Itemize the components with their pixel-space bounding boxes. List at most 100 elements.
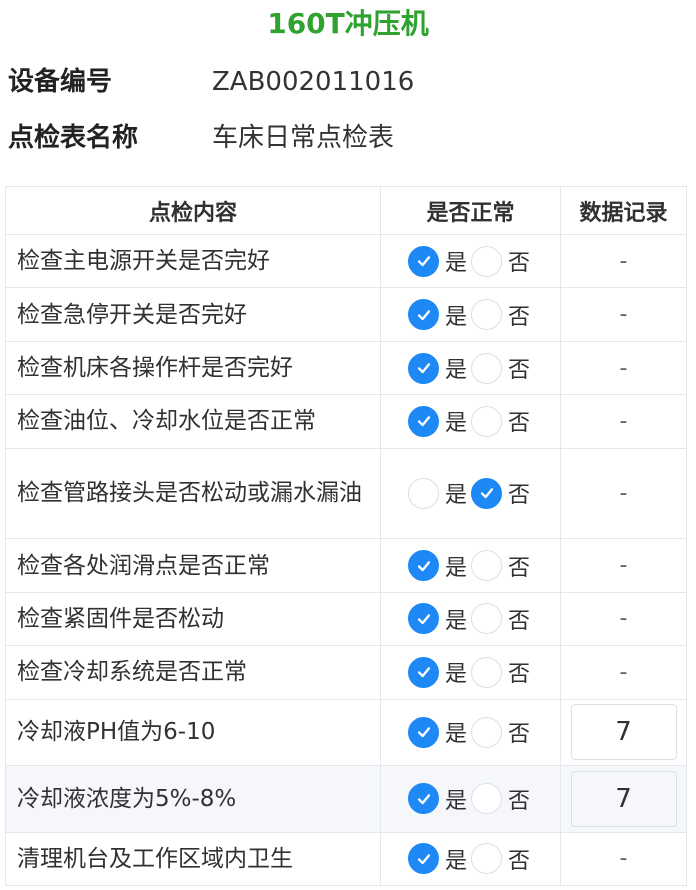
sheet-name-value: 车床日常点检表 xyxy=(212,123,395,153)
radio-yes[interactable]: 是 xyxy=(408,656,467,688)
check-icon xyxy=(408,405,439,437)
radio-yes[interactable]: 是 xyxy=(408,245,467,277)
normal-radio-group: 是否 xyxy=(380,698,561,767)
check-item-content: 检查急停开关是否完好 xyxy=(5,287,381,342)
record-empty: - xyxy=(560,645,687,700)
device-no-value: ZAB002011016 xyxy=(212,67,415,97)
check-item-content: 清理机台及工作区域内卫生 xyxy=(5,831,381,887)
header-record: 数据记录 xyxy=(560,186,687,235)
radio-circle-icon xyxy=(471,716,503,748)
radio-circle-icon xyxy=(471,550,503,582)
normal-radio-group: 是否 xyxy=(380,765,561,833)
record-input[interactable]: 7 xyxy=(570,704,677,761)
radio-circle-icon xyxy=(471,352,503,384)
record-cell: 7 xyxy=(560,698,687,767)
check-item-content: 检查主电源开关是否完好 xyxy=(5,233,381,289)
radio-yes-label: 是 xyxy=(445,304,468,330)
radio-yes-label: 是 xyxy=(445,251,468,277)
radio-yes-label: 是 xyxy=(445,358,468,384)
check-item-content: 检查紧固件是否松动 xyxy=(5,591,381,647)
radio-no-label: 否 xyxy=(508,411,531,437)
check-icon xyxy=(408,352,439,384)
table-row: 冷却液浓度为5%-8% 是否 7 xyxy=(5,765,687,833)
table-row: 检查急停开关是否完好是否 - xyxy=(5,287,687,342)
check-icon xyxy=(408,603,439,635)
radio-no-label: 否 xyxy=(508,483,531,509)
radio-no[interactable]: 否 xyxy=(471,716,530,748)
radio-no[interactable]: 否 xyxy=(471,352,530,384)
radio-yes[interactable]: 是 xyxy=(408,477,467,509)
radio-yes[interactable]: 是 xyxy=(408,716,467,748)
radio-no-label: 否 xyxy=(508,722,531,748)
table-row: 清理机台及工作区域内卫生 是 否 - xyxy=(5,831,687,887)
record-empty: - xyxy=(560,287,687,342)
inspection-table: 点检内容 是否正常 数据记录 检查主电源开关是否完好是否 - 检查急停开关是否完好是… xyxy=(5,186,687,887)
radio-circle-icon xyxy=(471,656,503,688)
radio-no-label: 否 xyxy=(508,251,531,277)
normal-radio-group: 是否 xyxy=(380,645,561,700)
radio-yes-label: 是 xyxy=(445,608,468,634)
sheet-name-row: 点检表名称 车床日常点检表 xyxy=(0,110,696,166)
check-item-content: 冷却液PH值为6-10 xyxy=(5,698,381,767)
radio-circle-icon xyxy=(471,405,503,437)
radio-no[interactable]: 否 xyxy=(471,299,530,331)
radio-yes[interactable]: 是 xyxy=(408,783,467,815)
radio-no[interactable]: 否 xyxy=(471,405,530,437)
table-header-row: 点检内容 是否正常 数据记录 xyxy=(5,186,687,235)
record-empty: - xyxy=(560,831,687,887)
table-row: 检查管路接头是否松动或漏水漏油是否 - xyxy=(5,447,687,540)
radio-yes[interactable]: 是 xyxy=(408,603,467,635)
check-icon xyxy=(408,245,439,277)
header-content: 点检内容 xyxy=(5,186,381,235)
radio-yes-label: 是 xyxy=(445,848,468,874)
radio-no[interactable]: 否 xyxy=(471,656,530,688)
record-empty: - xyxy=(560,538,687,593)
radio-no-label: 否 xyxy=(508,662,531,688)
header-normal: 是否正常 xyxy=(380,186,561,235)
record-empty: - xyxy=(560,447,687,540)
check-item-content: 检查管路接头是否松动或漏水漏油 xyxy=(5,447,381,540)
radio-yes[interactable]: 是 xyxy=(408,299,467,331)
radio-yes[interactable]: 是 xyxy=(408,550,467,582)
check-icon xyxy=(408,716,439,748)
radio-no[interactable]: 否 xyxy=(471,603,530,635)
normal-radio-group: 是否 xyxy=(380,538,561,593)
radio-yes[interactable]: 是 xyxy=(408,843,467,875)
normal-radio-group: 是否 xyxy=(380,447,561,540)
table-row: 检查主电源开关是否完好是否 - xyxy=(5,233,687,289)
table-row: 检查机床各操作杆是否完好是否 - xyxy=(5,340,687,396)
radio-no[interactable]: 否 xyxy=(471,477,530,509)
radio-circle-icon xyxy=(408,477,439,509)
check-icon xyxy=(408,550,439,582)
radio-no[interactable]: 否 xyxy=(471,783,530,815)
record-empty: - xyxy=(560,340,687,396)
radio-yes[interactable]: 是 xyxy=(408,405,467,437)
normal-radio-group: 是否 xyxy=(380,340,561,396)
radio-no[interactable]: 否 xyxy=(471,245,530,277)
check-icon xyxy=(408,299,439,331)
record-input[interactable]: 7 xyxy=(570,770,677,827)
normal-radio-group: 是否 xyxy=(380,233,561,289)
record-cell: 7 xyxy=(560,765,687,833)
check-icon xyxy=(408,843,439,875)
radio-circle-icon xyxy=(471,783,503,815)
radio-yes-label: 是 xyxy=(445,555,468,581)
table-row: 检查油位、冷却水位是否正常是否 - xyxy=(5,394,687,449)
radio-yes-label: 是 xyxy=(445,483,468,509)
table-row: 冷却液PH值为6-10 是否 7 xyxy=(5,698,687,767)
record-empty: - xyxy=(560,233,687,289)
record-empty: - xyxy=(560,394,687,449)
device-no-row: 设备编号 ZAB002011016 xyxy=(0,54,696,110)
check-item-content: 检查机床各操作杆是否完好 xyxy=(5,340,381,396)
radio-yes[interactable]: 是 xyxy=(408,352,467,384)
radio-circle-icon xyxy=(471,603,503,635)
radio-no[interactable]: 否 xyxy=(471,843,530,875)
check-item-content: 检查油位、冷却水位是否正常 xyxy=(5,394,381,449)
normal-radio-group: 是否 xyxy=(380,287,561,342)
normal-radio-group: 是否 xyxy=(380,394,561,449)
normal-radio-group: 是否 xyxy=(380,591,561,647)
radio-no-label: 否 xyxy=(508,848,531,874)
radio-no[interactable]: 否 xyxy=(471,550,530,582)
check-icon xyxy=(408,783,439,815)
table-row: 检查各处润滑点是否正常是否 - xyxy=(5,538,687,593)
